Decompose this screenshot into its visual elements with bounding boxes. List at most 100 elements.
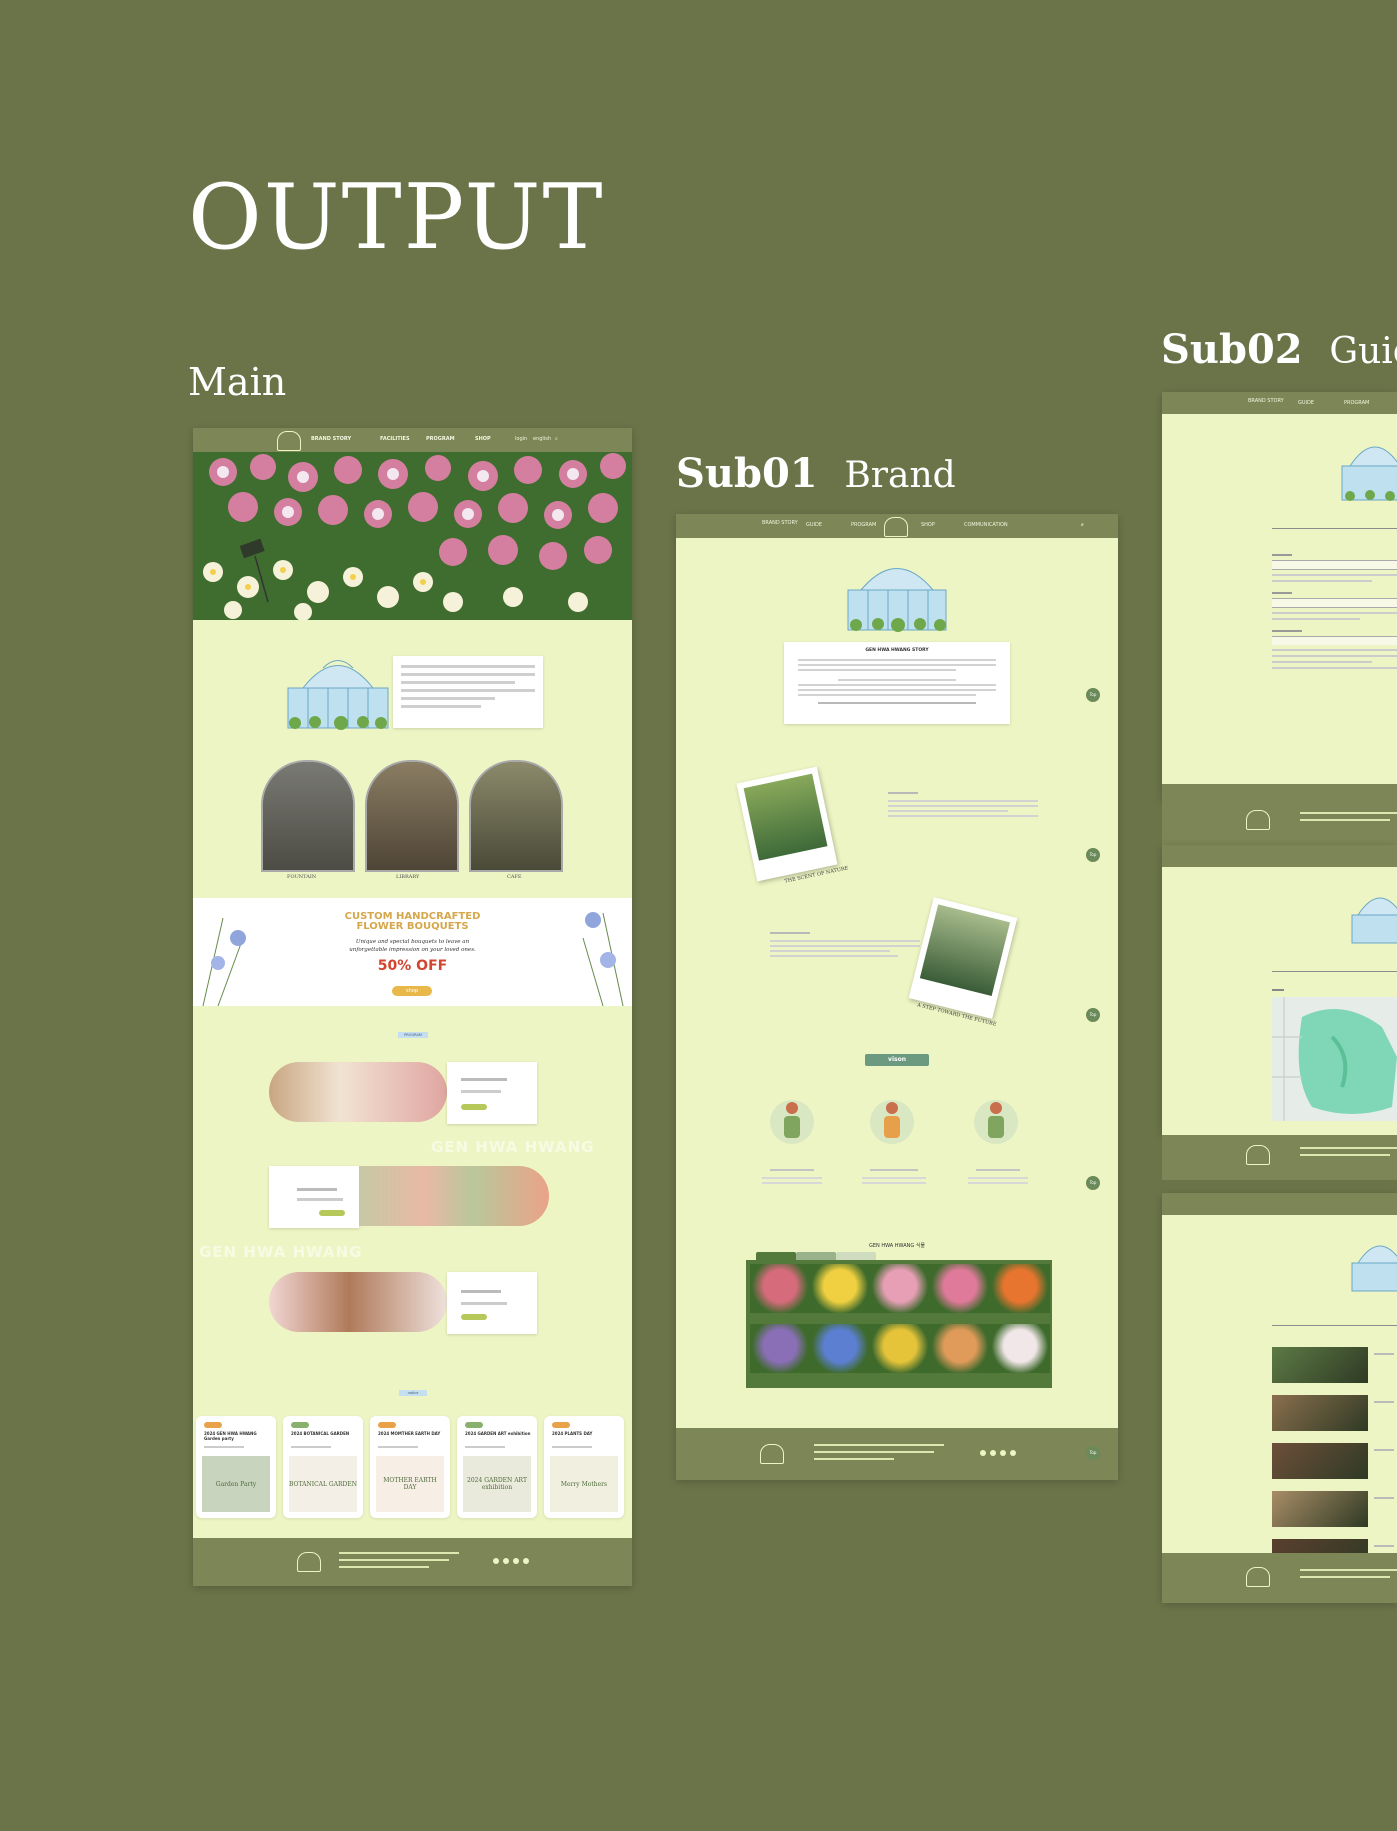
sub02-greenhouse-illustration-3 (1351, 1245, 1397, 1292)
plant-thumbnail[interactable] (810, 1264, 870, 1313)
search-icon[interactable]: ⌕ (555, 436, 558, 442)
facility-fountain-image[interactable] (261, 760, 355, 872)
nav-facilities[interactable]: FACILITIES (380, 436, 410, 442)
intro-card (393, 656, 543, 728)
sub01-nav-shop[interactable]: SHOP (921, 522, 935, 528)
notice-card-title: 2024 GEN HWA HWANG Garden party (204, 1431, 257, 1441)
notice-card[interactable]: 2024 GARDEN ART exhibition 2024 GARDEN AR… (457, 1416, 537, 1518)
story-title: GEN HWA HWANG STORY (865, 648, 929, 653)
sub01-search-icon[interactable]: ⌕ (1081, 522, 1084, 528)
sub01-top-button-5[interactable]: Top (1086, 1446, 1100, 1460)
plant-gallery-tabs[interactable] (756, 1252, 876, 1260)
program-2-button[interactable] (319, 1210, 345, 1216)
sub01-top-button-3[interactable]: Top (1086, 1008, 1100, 1022)
program-2-image[interactable] (359, 1166, 549, 1226)
sub01-top-button-2[interactable]: Top (1086, 848, 1100, 862)
twitter-icon[interactable] (513, 1558, 519, 1564)
polaroid-nature-2 (908, 897, 1018, 1019)
facility-photo[interactable] (1272, 1347, 1368, 1383)
nav-english[interactable]: english (533, 436, 551, 442)
logo-icon[interactable] (277, 431, 301, 451)
sub02-nav-brand-story[interactable]: BRAND STORY (1248, 398, 1284, 404)
notice-card-title: 2024 GARDEN ART exhibition (465, 1431, 531, 1436)
plant-gallery-tab[interactable] (756, 1252, 796, 1260)
sub02-info-table (1272, 550, 1397, 673)
plant-thumbnail[interactable] (990, 1264, 1050, 1313)
plant-thumbnail[interactable] (870, 1264, 930, 1313)
program-3-button[interactable] (461, 1314, 487, 1320)
vision-illustrations (770, 1100, 1018, 1144)
nav-login[interactable]: login (515, 436, 527, 442)
notice-card[interactable]: 2024 GEN HWA HWANG Garden party Garden Pa… (196, 1416, 276, 1518)
map-image[interactable] (1272, 997, 1397, 1121)
sub01-youtube-icon[interactable] (990, 1450, 996, 1456)
youtube-icon[interactable] (503, 1558, 509, 1564)
facility-photo[interactable] (1272, 1491, 1368, 1527)
sub01-top-button-4[interactable]: Top (1086, 1176, 1100, 1190)
notice-card[interactable]: 2024 PLANTS DAY Merry Mothers (544, 1416, 624, 1518)
sub01-chat-icon[interactable] (1010, 1450, 1016, 1456)
sub02-footer-logo-icon-3 (1246, 1567, 1270, 1587)
sub01-page-mockup[interactable]: BRAND STORY GUIDE PROGRAM SHOP COMMUNICA… (676, 514, 1118, 1480)
program-2-card[interactable] (269, 1166, 359, 1228)
sub02-nav-guide[interactable]: GUIDE (1298, 400, 1314, 406)
sub02-tab-line-3 (1272, 1325, 1397, 1326)
plant-thumbnail[interactable] (750, 1324, 810, 1373)
facility-cafe-image[interactable] (469, 760, 563, 872)
plant-thumbnail[interactable] (870, 1324, 930, 1373)
notice-card[interactable]: 2024 BOTANICAL GARDEN BOTANICAL GARDEN (283, 1416, 363, 1518)
sub01-twitter-icon[interactable] (1000, 1450, 1006, 1456)
sub01-top-button-1[interactable]: Top (1086, 688, 1100, 702)
program-tag: PROGRAM (398, 1032, 428, 1038)
notice-card[interactable]: 2024 MOMTHER EARTH DAY MOTHER EARTH DAY (370, 1416, 450, 1518)
sub02-footer-band-1 (1162, 800, 1397, 845)
sub02-number: Sub02 (1161, 326, 1303, 373)
program-3-card[interactable] (447, 1272, 537, 1334)
plant-thumbnail[interactable] (930, 1324, 990, 1373)
sub01-nav-program[interactable]: PROGRAM (851, 522, 876, 528)
plant-thumbnail[interactable] (750, 1264, 810, 1313)
sub02-greenhouse-illustration-2 (1351, 897, 1397, 944)
sub02-footer-logo-icon-2 (1246, 1145, 1270, 1165)
sub02-footer-1 (1162, 784, 1397, 800)
watermark-2: GEN HWA HWANG (199, 1243, 363, 1261)
program-1-button[interactable] (461, 1104, 487, 1110)
notice-card-poster: BOTANICAL GARDEN (289, 1456, 357, 1512)
instagram-icon[interactable] (493, 1558, 499, 1564)
plant-thumbnail[interactable] (810, 1324, 870, 1373)
promo-shop-button[interactable]: shop (392, 986, 432, 996)
facility-library-image[interactable] (365, 760, 459, 872)
plant-gallery-tab[interactable] (836, 1252, 876, 1260)
sub01-logo-icon[interactable] (884, 517, 908, 537)
notice-card-title: 2024 MOMTHER EARTH DAY (378, 1431, 441, 1436)
notice-card-date-line (204, 1446, 244, 1448)
main-page-mockup[interactable]: BRAND STORY FACILITIES PROGRAM SHOP logi… (193, 428, 632, 1586)
notice-card-badge (378, 1422, 396, 1428)
sub02-section-label: Sub02 Guid (1161, 326, 1397, 373)
nav-shop[interactable]: SHOP (475, 436, 491, 442)
sub01-nav-communication[interactable]: COMMUNICATION (964, 522, 1008, 528)
program-3-image[interactable] (269, 1272, 447, 1332)
plant-thumbnail[interactable] (930, 1264, 990, 1313)
plant-thumbnail[interactable] (990, 1324, 1050, 1373)
sub01-nav-guide[interactable]: GUIDE (806, 522, 822, 528)
facility-photo[interactable] (1272, 1443, 1368, 1479)
program-1-image[interactable] (269, 1062, 447, 1122)
sub01-nav-brand-story[interactable]: BRAND STORY (762, 520, 798, 526)
program-1-card[interactable] (447, 1062, 537, 1124)
notice-card-poster: 2024 GARDEN ART exhibition (463, 1456, 531, 1512)
watermark-1: GEN HWA HWANG (431, 1138, 595, 1156)
nav-brand-story[interactable]: BRAND STORY (311, 436, 351, 442)
sub02-guide-mockup-3[interactable] (1162, 1193, 1397, 1603)
promo-banner[interactable]: CUSTOM HANDCRAFTED FLOWER BOUQUETS Uniqu… (193, 898, 632, 1006)
facility-photo[interactable] (1272, 1395, 1368, 1431)
sub02-guide-mockup-2[interactable] (1162, 845, 1397, 1135)
notice-card-title: 2024 BOTANICAL GARDEN (291, 1431, 350, 1436)
sub02-nav-program[interactable]: PROGRAM (1344, 400, 1369, 406)
plant-gallery-tab[interactable] (796, 1252, 836, 1260)
sub01-instagram-icon[interactable] (980, 1450, 986, 1456)
sub02-guide-mockup-1[interactable]: BRAND STORY GUIDE PROGRAM (1162, 392, 1397, 800)
nav-program[interactable]: PROGRAM (426, 436, 455, 442)
facility-text-line (1374, 1353, 1394, 1355)
chat-icon[interactable] (523, 1558, 529, 1564)
